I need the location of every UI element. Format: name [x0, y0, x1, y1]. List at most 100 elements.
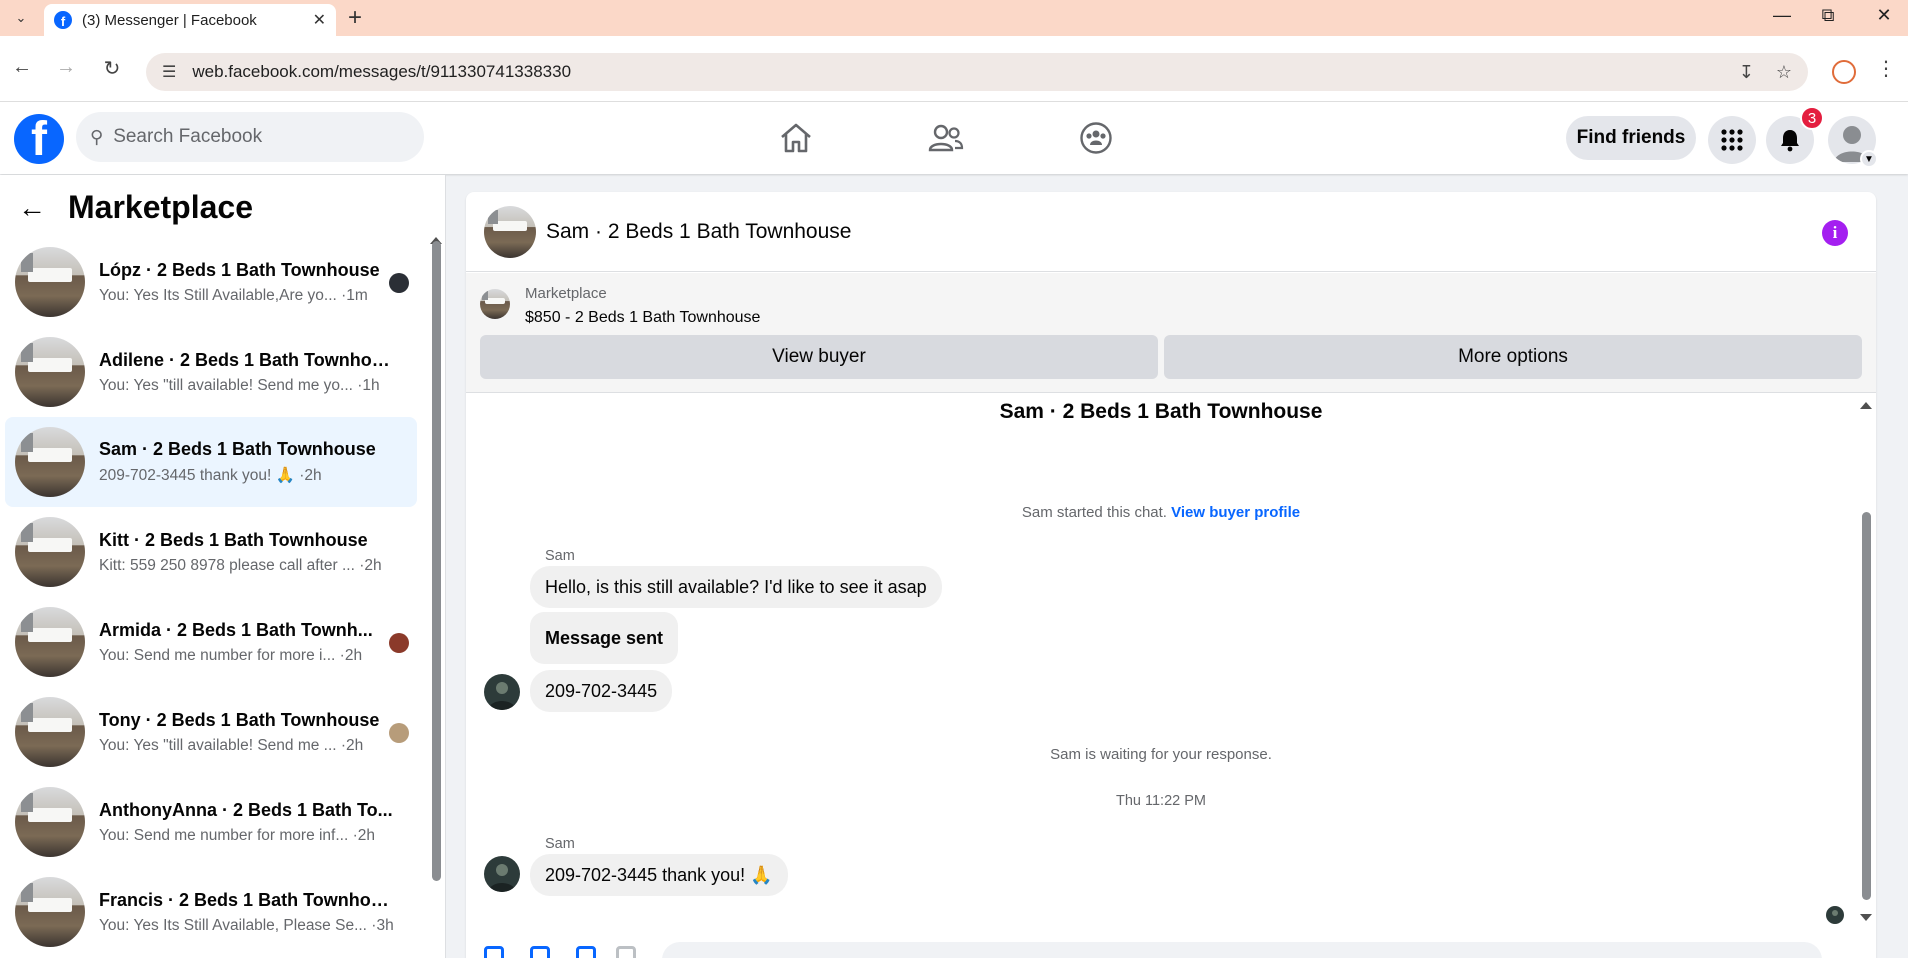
forward-icon[interactable]: → [50, 56, 82, 79]
conversation-list: Lópz · 2 Beds 1 Bath Townhouse You: Yes I… [5, 237, 417, 957]
conversation-name: Kitt · 2 Beds 1 Bath Townhouse [99, 529, 368, 550]
conversation-preview: Kitt: 559 250 8978 please call after ...… [99, 556, 382, 574]
sidebar-header: ← Marketplace [18, 189, 253, 226]
chat-started-notice: Sam started this chat. View buyer profil… [466, 504, 1856, 521]
conversation-info-icon[interactable]: i [1822, 220, 1848, 246]
conversation-name: Sam · 2 Beds 1 Bath Townhouse [99, 439, 376, 459]
bookmark-star-icon[interactable]: ☆ [1776, 62, 1792, 83]
conversation-item[interactable]: Francis · 2 Beds 1 Bath Townhouse You: Ye… [5, 867, 417, 957]
conversation-name: Lópz · 2 Beds 1 Bath Townhouse [99, 259, 380, 280]
waiting-notice: Sam is waiting for your response. [1050, 746, 1272, 763]
listing-thumbnail [15, 427, 85, 497]
read-receipt-avatar [1826, 906, 1844, 924]
listing-thumbnail [15, 877, 85, 947]
listing-thumbnail [15, 337, 85, 407]
back-icon[interactable]: ← [6, 56, 38, 79]
restore-icon[interactable]: ⧉ [1808, 5, 1848, 26]
listing-title[interactable]: $850 - 2 Beds 1 Bath Townhouse [525, 309, 760, 327]
account-chevron-down-icon[interactable]: ▼ [1860, 150, 1878, 168]
conversation-name: Francis · 2 Beds 1 Bath Townhouse [99, 889, 397, 910]
listing-thumbnail [15, 697, 85, 767]
conversation-preview: You: Yes Its Still Available, Please Se.… [99, 916, 394, 934]
sidebar-scrollbar[interactable] [432, 241, 441, 881]
facebook-logo-icon[interactable]: f [14, 114, 64, 164]
chat-panel: Sam · 2 Beds 1 Bath Townhouse i Marketpl… [466, 192, 1876, 958]
address-bar[interactable]: ☰ web.facebook.com/messages/t/9113307413… [146, 53, 1808, 91]
conversation-item[interactable]: AnthonyAnna · 2 Beds 1 Bath To... You: Se… [5, 777, 417, 867]
chat-title[interactable]: Sam · 2 Beds 1 Bath Townhouse [546, 220, 851, 244]
window-close-icon[interactable]: ✕ [1864, 5, 1904, 26]
install-app-icon[interactable]: ↧ [1739, 62, 1754, 83]
message-sent-card[interactable]: Message sent [530, 612, 679, 664]
message-sender: Sam [545, 548, 575, 564]
seen-avatar [389, 723, 409, 743]
url-text: web.facebook.com/messages/t/911330741338… [192, 62, 572, 81]
conversation-preview: You: Send me number for more i... ·2h [99, 646, 363, 664]
photo-icon[interactable] [530, 946, 550, 958]
message-timestamp: Thu 11:22 PM [1115, 793, 1206, 809]
tab-title: (3) Messenger | Facebook [82, 11, 257, 29]
seen-avatar [389, 633, 409, 653]
facebook-header: f ⚲ Find friends ▼ [0, 102, 1908, 174]
conversation-item-active[interactable]: Sam · 2 Beds 1 Bath Townhouse 209-702-344… [5, 417, 417, 507]
view-buyer-profile-link[interactable]: View buyer profile [1171, 504, 1300, 521]
conversation-item[interactable]: Lópz · 2 Beds 1 Bath Townhouse You: Yes I… [5, 237, 417, 327]
sender-avatar[interactable] [484, 674, 520, 710]
site-info-icon[interactable]: ☰ [162, 62, 176, 82]
notification-badge: 3 [1800, 106, 1824, 130]
thread-scroll-up-arrow[interactable] [1860, 402, 1872, 409]
chat-header: Sam · 2 Beds 1 Bath Townhouse i [466, 192, 1876, 272]
listing-small-thumbnail [480, 289, 510, 319]
message-composer [466, 934, 1876, 958]
seen-avatar [389, 273, 409, 293]
message-bubble[interactable]: 209-702-3445 thank you! 🙏 [530, 854, 788, 896]
thread-title: Sam · 2 Beds 1 Bath Townhouse [999, 400, 1323, 423]
chat-listing-avatar[interactable] [484, 205, 536, 258]
thread-scroll-down-arrow[interactable] [1860, 914, 1872, 921]
conversation-preview: You: Yes "till available! Send me yo... … [99, 376, 380, 394]
conversation-name: AnthonyAnna · 2 Beds 1 Bath To... [99, 799, 393, 820]
sticker-icon[interactable] [576, 946, 596, 958]
facebook-search[interactable]: ⚲ [76, 112, 424, 162]
tab-search-chevron-icon[interactable]: ⌄ [8, 6, 34, 30]
more-options-button[interactable]: More options [1164, 335, 1862, 379]
browser-tab-bar: ⌄ f (3) Messenger | Facebook ✕ + — ⧉ ✕ [0, 0, 1908, 36]
minimize-icon[interactable]: — [1762, 5, 1802, 26]
view-buyer-button[interactable]: View buyer [480, 335, 1158, 379]
listing-thumbnail [15, 787, 85, 857]
conversation-preview: You: Yes Its Still Available,Are yo... ·… [99, 286, 368, 304]
listing-thumbnail [15, 247, 85, 317]
back-arrow-icon[interactable]: ← [18, 192, 46, 224]
message-sender: Sam [545, 836, 575, 852]
message-bubble[interactable]: Hello, is this still available? I'd like… [530, 566, 942, 608]
gif-icon[interactable] [616, 946, 636, 958]
groups-icon[interactable] [1074, 118, 1118, 158]
message-input[interactable] [662, 942, 1822, 958]
reload-icon[interactable]: ↻ [96, 56, 128, 81]
conversation-preview: You: Yes "till available! Send me ... ·2… [99, 736, 364, 754]
listing-thumbnail [15, 607, 85, 677]
conversation-item[interactable]: Adilene · 2 Beds 1 Bath Townhou... You: Y… [5, 327, 417, 417]
friends-icon[interactable] [924, 118, 968, 158]
browser-menu-icon[interactable]: ⋮ [1876, 56, 1896, 81]
browser-tab[interactable]: f (3) Messenger | Facebook ✕ [44, 4, 336, 36]
listing-source: Marketplace [525, 285, 607, 302]
conversation-item[interactable]: Armida · 2 Beds 1 Bath Townh... You: Send… [5, 597, 417, 687]
find-friends-button[interactable]: Find friends [1566, 116, 1696, 160]
conversation-item[interactable]: Tony · 2 Beds 1 Bath Townhouse You: Yes "… [5, 687, 417, 777]
message-thread: Sam · 2 Beds 1 Bath Townhouse Sam starte… [466, 394, 1876, 934]
sender-avatar[interactable] [484, 856, 520, 892]
search-input[interactable] [113, 126, 394, 148]
conversation-name: Adilene · 2 Beds 1 Bath Townhou... [99, 349, 397, 370]
search-icon: ⚲ [90, 126, 104, 147]
new-tab-icon[interactable]: + [348, 4, 362, 32]
thread-scrollbar[interactable] [1862, 512, 1871, 900]
message-bubble[interactable]: 209-702-3445 [530, 670, 673, 712]
menu-grid-icon[interactable] [1708, 116, 1756, 164]
home-icon[interactable] [774, 118, 818, 158]
tab-close-icon[interactable]: ✕ [313, 10, 326, 30]
facebook-favicon-icon: f [54, 11, 72, 29]
conversation-item[interactable]: Kitt · 2 Beds 1 Bath Townhouse Kitt: 559 … [5, 507, 417, 597]
browser-profile-icon[interactable] [1832, 60, 1856, 84]
plus-icon[interactable] [484, 946, 504, 958]
